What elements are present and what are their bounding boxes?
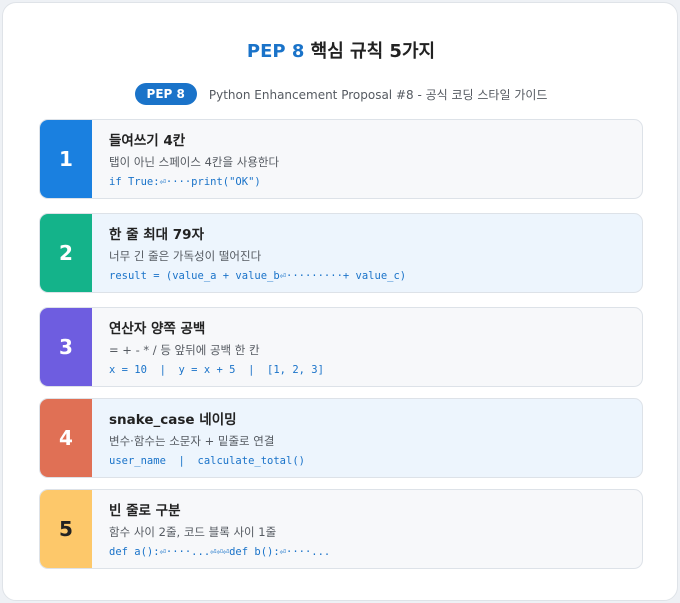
rule-card-2: 2 한 줄 최대 79자 너무 긴 줄은 가독성이 떨어진다 result = …: [39, 213, 643, 293]
title-accent: PEP 8: [246, 41, 305, 62]
rule-card-1: 1 들여쓰기 4칸 탭이 아닌 스페이스 4칸을 사용한다 if True:⏎·…: [39, 119, 643, 199]
rule-content: 한 줄 최대 79자 너무 긴 줄은 가독성이 떨어진다 result = (v…: [92, 214, 406, 292]
rule-title: snake_case 네이밍: [109, 412, 237, 428]
pep8-badge: PEP 8: [134, 83, 197, 105]
rule-code-example: def a():⏎····...⏎⏎⏎def b():⏎····...: [109, 546, 331, 558]
rule-description: = + - * / 등 앞뒤에 공백 한 칸: [109, 343, 260, 357]
rule-code-example: x = 10 | y = x + 5 | [1, 2, 3]: [109, 364, 324, 376]
page-title: PEP 8 핵심 규칙 5가지: [3, 37, 679, 63]
subtitle: Python Enhancement Proposal #8 - 공식 코딩 스…: [208, 87, 548, 102]
rule-number-badge: 4: [40, 399, 92, 477]
rule-content: 빈 줄로 구분 함수 사이 2줄, 코드 블록 사이 1줄 def a():⏎·…: [92, 490, 330, 568]
rule-description: 변수·함수는 소문자 + 밑줄로 연결: [109, 434, 275, 448]
rule-title: 빈 줄로 구분: [109, 503, 181, 519]
rule-title: 연산자 양쪽 공백: [109, 321, 206, 337]
rule-number-badge: 3: [40, 308, 92, 386]
title-rest: 핵심 규칙 5가지: [304, 41, 436, 62]
diagram-frame: PEP 8 핵심 규칙 5가지 PEP 8 Python Enhancement…: [2, 2, 678, 601]
rule-content: 연산자 양쪽 공백 = + - * / 등 앞뒤에 공백 한 칸 x = 10 …: [92, 308, 324, 386]
rule-description: 너무 긴 줄은 가독성이 떨어진다: [109, 249, 262, 263]
rule-code-example: result = (value_a + value_b⏎·········+ v…: [109, 270, 407, 282]
rule-number-badge: 2: [40, 214, 92, 292]
rule-code-example: user_name | calculate_total(): [109, 455, 305, 467]
rule-content: 들여쓰기 4칸 탭이 아닌 스페이스 4칸을 사용한다 if True:⏎···…: [92, 120, 279, 198]
rule-description: 함수 사이 2줄, 코드 블록 사이 1줄: [109, 525, 277, 539]
rule-title: 한 줄 최대 79자: [109, 227, 204, 243]
rule-card-4: 4 snake_case 네이밍 변수·함수는 소문자 + 밑줄로 연결 use…: [39, 398, 643, 478]
rule-content: snake_case 네이밍 변수·함수는 소문자 + 밑줄로 연결 user_…: [92, 399, 305, 477]
rule-card-3: 3 연산자 양쪽 공백 = + - * / 등 앞뒤에 공백 한 칸 x = 1…: [39, 307, 643, 387]
rule-card-5: 5 빈 줄로 구분 함수 사이 2줄, 코드 블록 사이 1줄 def a():…: [39, 489, 643, 569]
subtitle-row: PEP 8 Python Enhancement Proposal #8 - 공…: [3, 83, 679, 105]
rule-number-badge: 5: [40, 490, 92, 568]
rule-code-example: if True:⏎····print("OK"): [109, 176, 261, 188]
rule-description: 탭이 아닌 스페이스 4칸을 사용한다: [109, 155, 280, 169]
rule-number-badge: 1: [40, 120, 92, 198]
rule-title: 들여쓰기 4칸: [109, 133, 186, 149]
